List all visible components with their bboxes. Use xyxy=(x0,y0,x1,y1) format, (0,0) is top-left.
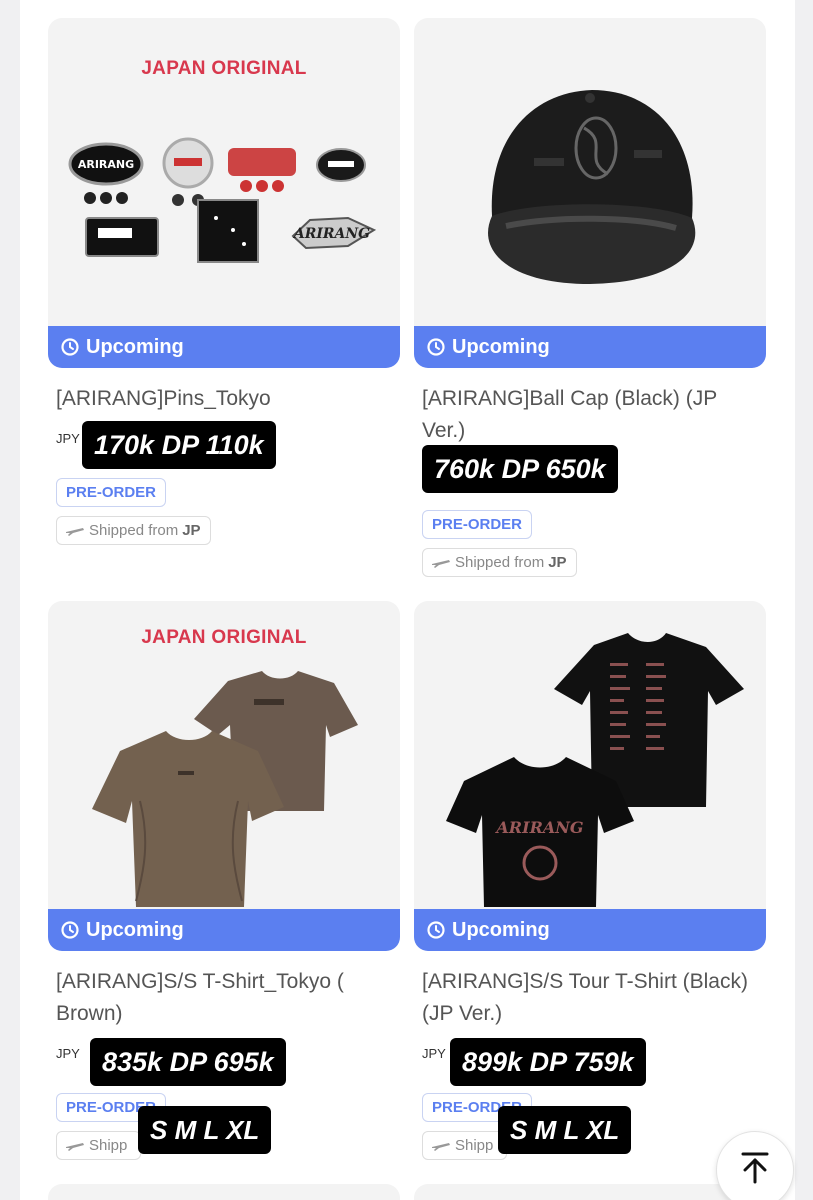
currency-code: JPY xyxy=(422,1046,446,1061)
shipped-from-badge: Shipped from JP xyxy=(56,516,211,545)
next-product-card-peek[interactable] xyxy=(414,1184,766,1200)
scroll-to-top-button[interactable] xyxy=(716,1131,794,1200)
product-image-ball-cap[interactable]: Upcoming xyxy=(414,18,766,368)
svg-text:ARIRANG: ARIRANG xyxy=(292,226,370,242)
currency-code: JPY xyxy=(56,1046,80,1061)
tshirt-brown-illustration xyxy=(92,671,358,907)
upcoming-label: Upcoming xyxy=(452,918,550,941)
shipped-from-text: Shipped from xyxy=(89,522,179,539)
shipped-from-badge: Shipped from JP xyxy=(422,548,577,577)
shipped-from-badge: Shipp xyxy=(56,1131,142,1160)
upcoming-banner: Upcoming xyxy=(414,909,766,951)
product-grid-page: JAPAN ORIGINAL ARIRANG ARIRANG Upcoming … xyxy=(20,0,795,1200)
arrow-up-to-top-icon xyxy=(741,1152,769,1184)
clock-icon xyxy=(61,338,79,356)
shipped-from-badge: Shipp xyxy=(422,1131,508,1160)
price-sticker: 170k DP 110k xyxy=(82,421,276,469)
product-image-tshirt-tokyo-brown[interactable]: JAPAN ORIGINAL Upcoming xyxy=(48,601,400,951)
plane-icon xyxy=(432,1142,450,1151)
svg-text:ARIRANG: ARIRANG xyxy=(78,158,134,171)
price-sticker: 835k DP 695k xyxy=(90,1038,286,1086)
upcoming-banner: Upcoming xyxy=(48,909,400,951)
sizes-sticker: S M L XL xyxy=(498,1106,632,1154)
product-image-tour-tshirt-black[interactable]: ARIRANG Upcoming xyxy=(414,601,766,951)
shipped-from-text: Shipp xyxy=(89,1137,128,1154)
product-title[interactable]: [ARIRANG]Pins_Tokyo xyxy=(56,383,271,415)
ball-cap-illustration xyxy=(488,90,696,284)
tshirt-black-illustration: ARIRANG xyxy=(446,633,744,907)
product-card-tshirt-tokyo-brown[interactable]: JAPAN ORIGINAL Upcoming [ARIRANG]S/S T-S… xyxy=(48,601,400,1161)
shipped-from-country: JP xyxy=(548,554,567,571)
svg-text:ARIRANG: ARIRANG xyxy=(494,818,583,837)
price-sticker: 760k DP 650k xyxy=(422,445,618,493)
pre-order-badge: PRE-ORDER xyxy=(56,478,167,507)
product-title[interactable]: [ARIRANG]Ball Cap (Black) (JP Ver.) xyxy=(422,383,762,447)
upcoming-label: Upcoming xyxy=(452,335,550,358)
sizes-sticker: S M L XL xyxy=(138,1106,272,1154)
currency-code: JPY xyxy=(56,431,80,446)
upcoming-banner: Upcoming xyxy=(414,326,766,368)
upcoming-label: Upcoming xyxy=(86,918,184,941)
product-card-pins[interactable]: JAPAN ORIGINAL ARIRANG ARIRANG Upcoming … xyxy=(48,18,400,558)
clock-icon xyxy=(427,338,445,356)
price-sticker: 899k DP 759k xyxy=(450,1038,646,1086)
pre-order-badge: PRE-ORDER xyxy=(422,510,533,539)
product-title[interactable]: [ARIRANG]S/S Tour T-Shirt (Black) (JP Ve… xyxy=(422,966,762,1030)
shipped-from-text: Shipped from xyxy=(455,554,545,571)
plane-icon xyxy=(432,559,450,568)
product-title[interactable]: [ARIRANG]S/S T-Shirt_Tokyo ( Brown) xyxy=(56,966,396,1030)
clock-icon xyxy=(427,921,445,939)
japan-original-label: JAPAN ORIGINAL xyxy=(141,58,307,79)
clock-icon xyxy=(61,921,79,939)
upcoming-banner: Upcoming xyxy=(48,326,400,368)
product-card-ball-cap[interactable]: Upcoming [ARIRANG]Ball Cap (Black) (JP V… xyxy=(414,18,766,588)
plane-icon xyxy=(66,527,84,536)
shipped-from-country: JP xyxy=(182,522,201,539)
next-product-card-peek[interactable] xyxy=(48,1184,400,1200)
upcoming-label: Upcoming xyxy=(86,335,184,358)
shipped-from-text: Shipp xyxy=(455,1137,494,1154)
product-image-pins[interactable]: JAPAN ORIGINAL ARIRANG ARIRANG Upcoming xyxy=(48,18,400,368)
plane-icon xyxy=(66,1142,84,1151)
product-card-tour-tshirt-black[interactable]: ARIRANG Upcoming [ARIRANG]S/S Tour T-Shi… xyxy=(414,601,766,1161)
